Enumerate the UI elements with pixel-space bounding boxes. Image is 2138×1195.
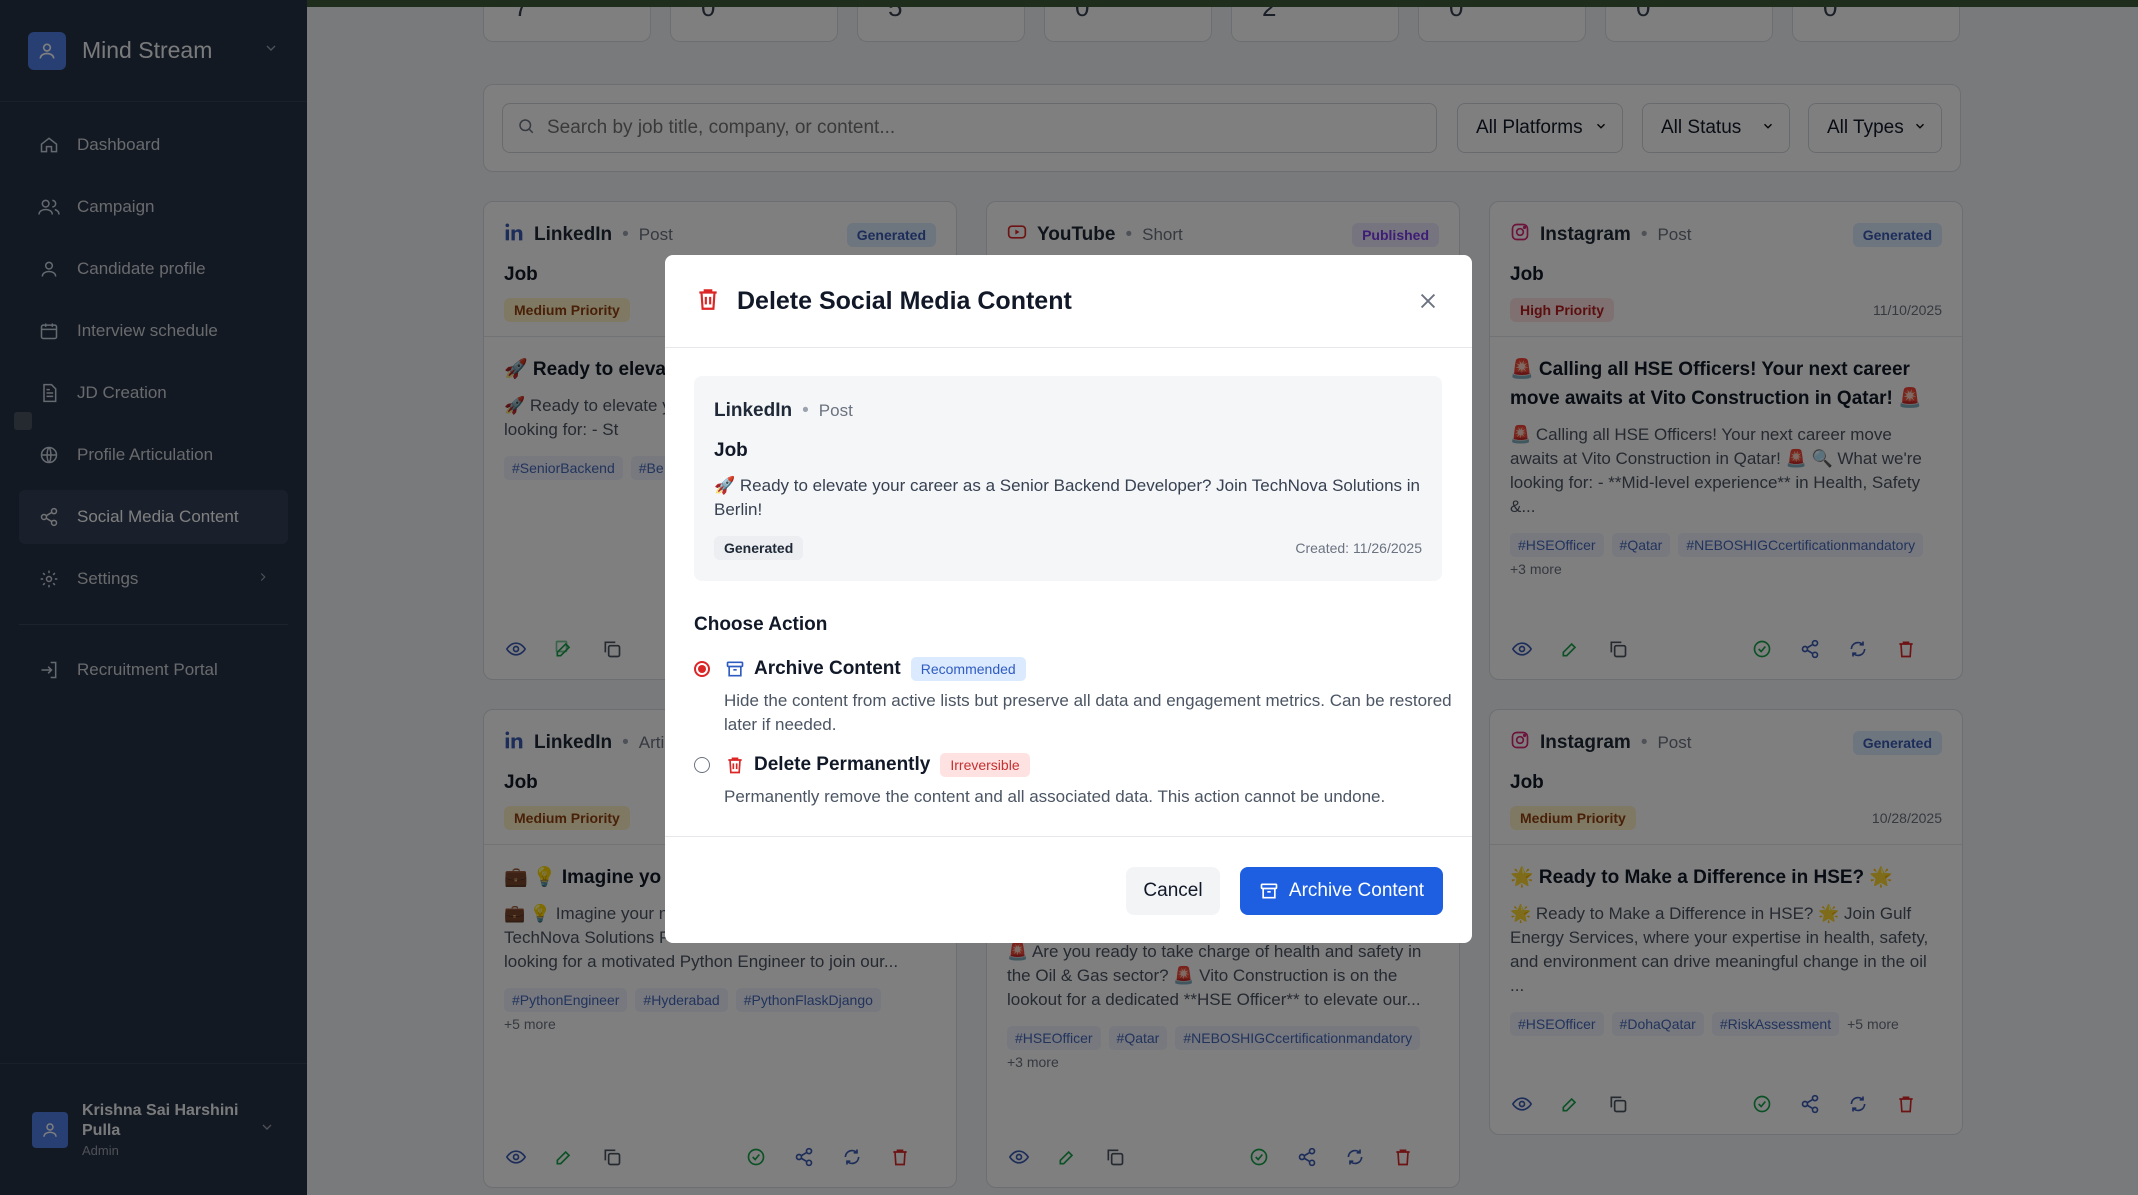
dialog-footer: Cancel Archive Content <box>665 836 1472 943</box>
preview-title: Job <box>714 440 748 461</box>
option-delete-permanently[interactable]: Delete Permanently Irreversible Permanen… <box>694 753 1454 809</box>
preview-platform: LinkedIn <box>714 400 793 421</box>
dialog-title: Delete Social Media Content <box>737 286 1072 315</box>
preview-type: Post <box>818 401 853 420</box>
status-badge: Generated <box>714 536 804 560</box>
option-archive[interactable]: Archive Content Recommended Hide the con… <box>694 657 1454 737</box>
trash-icon <box>695 286 721 317</box>
irreversible-badge: Irreversible <box>940 753 1030 777</box>
delete-content-dialog: Delete Social Media Content LinkedIn • P… <box>665 255 1472 943</box>
option-description: Permanently remove the content and all a… <box>724 787 1386 806</box>
cancel-button[interactable]: Cancel <box>1126 867 1220 915</box>
archive-button-label: Archive Content <box>1288 880 1425 901</box>
recommended-badge: Recommended <box>910 657 1026 681</box>
archive-radio[interactable] <box>694 661 710 677</box>
choose-action-label: Choose Action <box>694 614 828 635</box>
archive-icon <box>1259 881 1279 901</box>
archive-content-button[interactable]: Archive Content <box>1240 867 1443 915</box>
delete-radio[interactable] <box>694 757 710 773</box>
option-description: Hide the content from active lists but p… <box>724 691 1452 734</box>
archive-icon <box>724 658 746 680</box>
preview-created-date: Created: 11/26/2025 <box>1295 540 1422 556</box>
trash-icon <box>724 754 746 776</box>
content-preview: LinkedIn • Post Job 🚀 Ready to elevate y… <box>694 376 1442 581</box>
close-icon[interactable] <box>1414 287 1442 315</box>
option-title: Archive Content <box>754 658 901 679</box>
preview-body: 🚀 Ready to elevate your career as a Seni… <box>714 476 1420 519</box>
option-title: Delete Permanently <box>754 754 931 775</box>
